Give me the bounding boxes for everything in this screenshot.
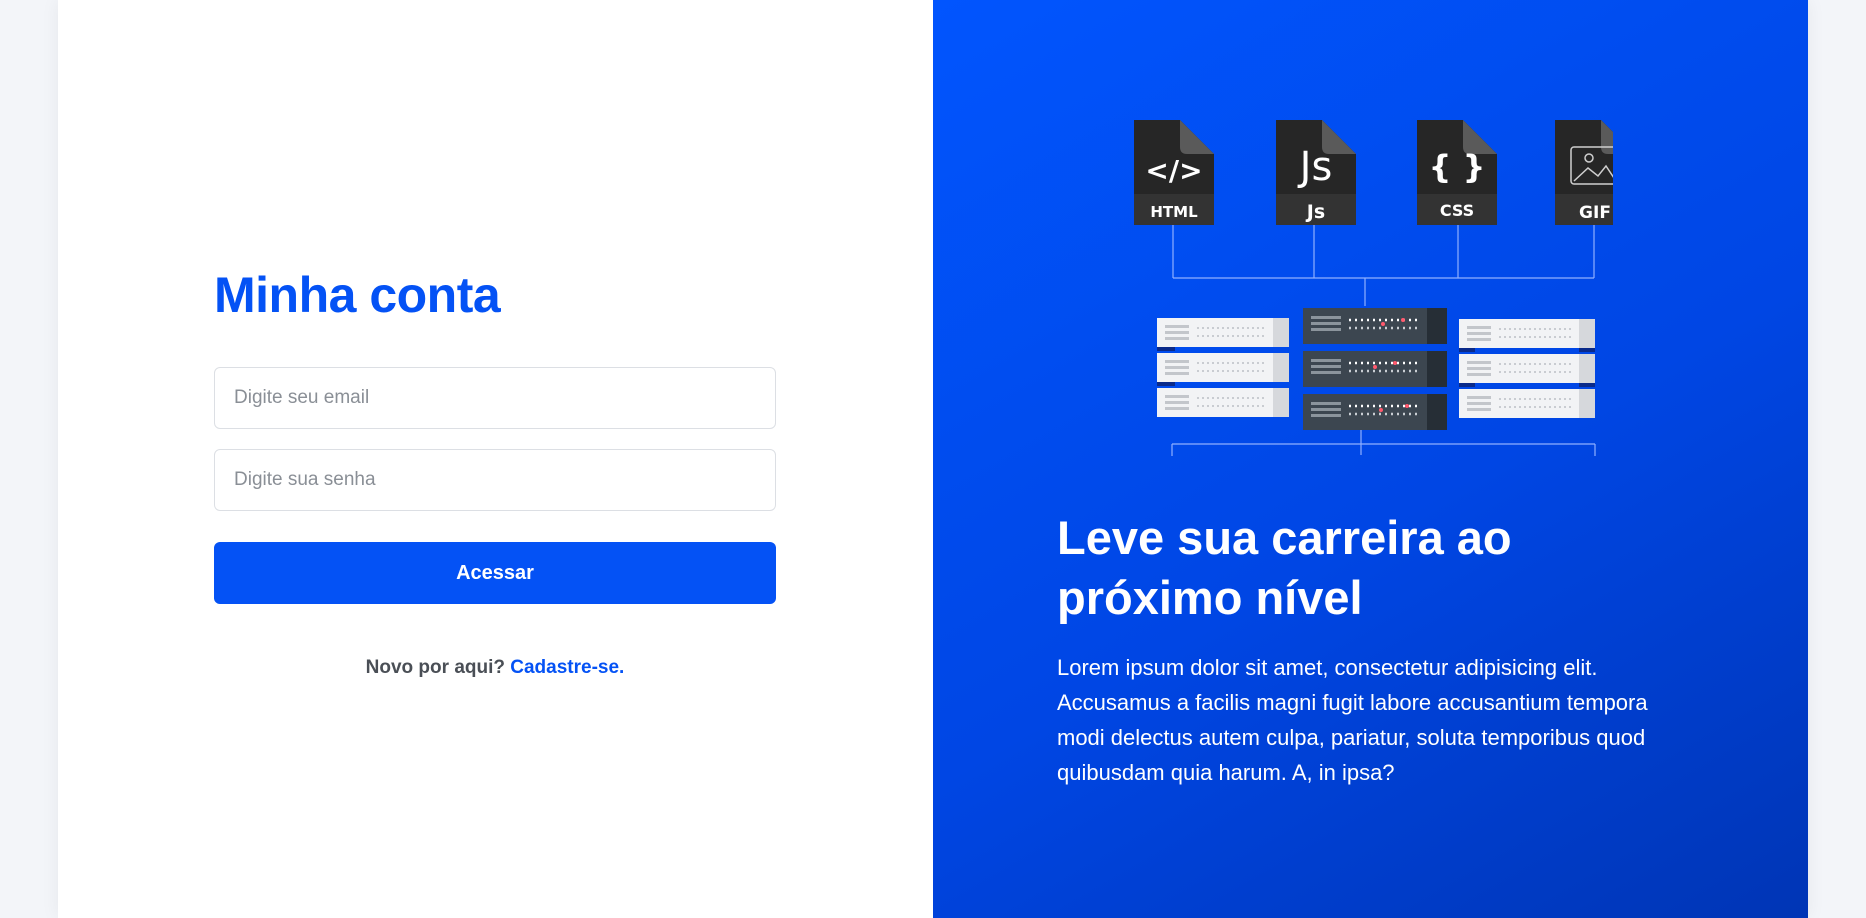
css-glyph: { }	[1429, 148, 1486, 186]
signup-text: Novo por aqui? Cadastre-se.	[214, 657, 776, 679]
right-server-stack	[1459, 319, 1595, 418]
js-glyph: Js	[1297, 144, 1333, 190]
js-file-label: Js	[1305, 201, 1325, 223]
left-server-stack	[1157, 318, 1289, 417]
login-button[interactable]: Acessar	[214, 542, 776, 604]
login-panel: Minha conta Acessar Novo por aqui? Cadas…	[58, 0, 933, 918]
html-glyph: </>	[1145, 154, 1202, 187]
css-file-icon: { } CSS	[1417, 120, 1497, 225]
login-card: Minha conta Acessar Novo por aqui? Cadas…	[58, 0, 1808, 918]
gif-file-label: GIF	[1579, 203, 1611, 223]
promo-description: Lorem ipsum dolor sit amet, consectetur …	[1057, 655, 1648, 785]
signup-prompt: Novo por aqui?	[365, 657, 505, 678]
promo-headline: Leve sua carreira ao próximo nível	[1057, 511, 1512, 624]
html-file-label: HTML	[1150, 203, 1198, 221]
css-file-label: CSS	[1440, 201, 1474, 220]
center-server-stack	[1303, 308, 1447, 430]
page-title: Minha conta	[214, 267, 501, 323]
html-file-icon: </> HTML	[1134, 120, 1214, 225]
email-field[interactable]	[214, 367, 776, 429]
gif-file-icon: GIF	[1555, 120, 1613, 225]
server-files-illustration: </> HTML Js Js { } CSS GIF	[1134, 120, 1613, 456]
js-file-icon: Js Js	[1276, 120, 1356, 225]
signup-link[interactable]: Cadastre-se.	[510, 657, 624, 678]
password-field[interactable]	[214, 449, 776, 511]
promo-panel: </> HTML Js Js { } CSS GIF Leve sua carr…	[933, 0, 1808, 918]
